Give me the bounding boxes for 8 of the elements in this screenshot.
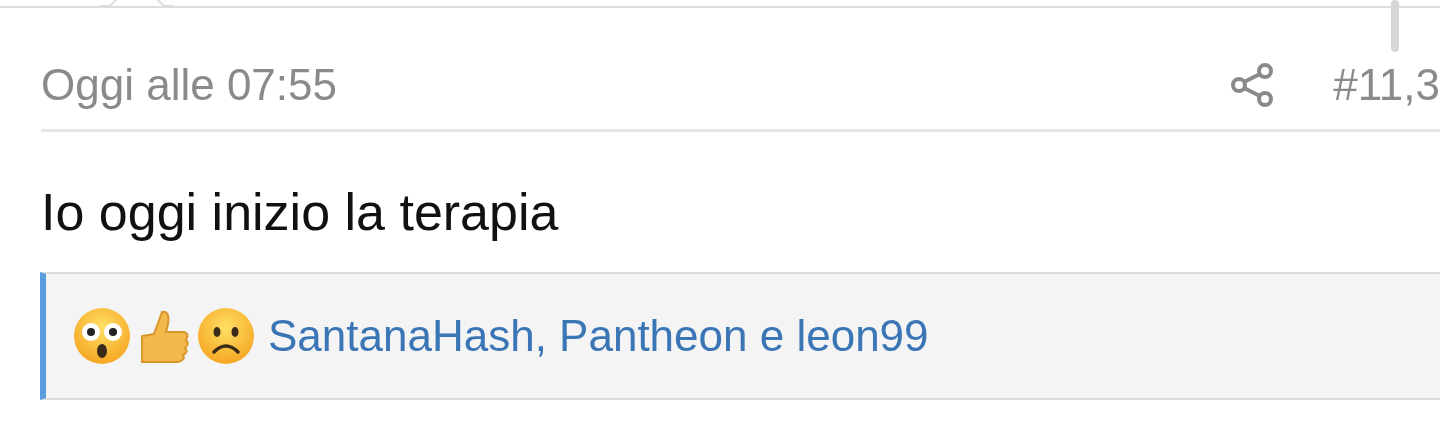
post-number[interactable]: #11,3 bbox=[1333, 59, 1440, 110]
astonished-emoji-icon bbox=[72, 306, 132, 366]
frowning-emoji-icon bbox=[196, 306, 256, 366]
post-body: Io oggi inizio la terapia bbox=[41, 182, 560, 243]
share-icon[interactable] bbox=[1229, 61, 1276, 108]
scrollbar[interactable] bbox=[1391, 0, 1399, 52]
post-time: Oggi alle 07:55 bbox=[41, 59, 338, 110]
reaction-users-link[interactable]: SantanaHash, Pantheon e leon99 bbox=[268, 311, 929, 361]
